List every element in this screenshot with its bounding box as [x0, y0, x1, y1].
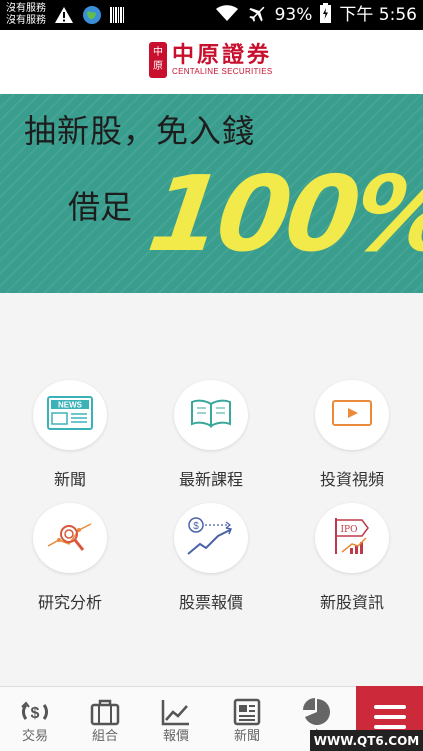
logo-seal: 中 原	[149, 42, 167, 78]
nav-item-trade[interactable]: $ 交易	[0, 687, 70, 751]
banner-highlight: 100%	[141, 153, 423, 275]
no-service-line-1: 沒有服務	[6, 3, 46, 14]
newspaper-icon	[233, 697, 261, 727]
globe-icon	[82, 5, 102, 25]
menu-item-ipo[interactable]: IPO 新股資訊	[297, 503, 407, 613]
clock: 下午 5:56	[339, 5, 417, 25]
news-icon-text: NEWS	[58, 401, 83, 410]
menu-icon-circle: NEWS	[33, 380, 107, 450]
warning-icon	[54, 6, 74, 24]
nav-label-quote: 報價	[162, 729, 189, 744]
menu-label-videos: 投資視頻	[319, 470, 384, 489]
pie-chart-icon	[302, 697, 332, 727]
menu-item-news[interactable]: NEWS 新聞	[15, 380, 125, 490]
status-right: 93% 下午 5:56	[215, 0, 417, 30]
logo-text: 中原證券 CENTALINE SECURITIES	[172, 43, 273, 77]
menu-icon-circle	[174, 380, 248, 450]
news-icon: NEWS	[47, 396, 93, 434]
ipo-icon: IPO	[332, 516, 372, 560]
banner-headline: 抽新股，免入錢	[24, 112, 256, 150]
site-watermark: WWW.QT6.COM	[310, 730, 423, 751]
menu-icon-circle	[33, 503, 107, 573]
trade-icon-text: $	[31, 705, 40, 722]
nav-item-news[interactable]: 新聞	[212, 687, 282, 751]
status-left: 沒有服務 沒有服務	[6, 3, 124, 27]
menu-item-videos[interactable]: 投資視頻	[297, 380, 407, 490]
menu-label-stock-quote: 股票報價	[178, 593, 243, 612]
quote-chart-icon	[161, 697, 191, 727]
battery-percent: 93%	[274, 5, 313, 25]
logo-english-name: CENTALINE SECURITIES	[172, 67, 273, 76]
nav-label-portfolio: 組合	[91, 729, 118, 744]
menu-icon-circle	[315, 380, 389, 450]
stock-quote-icon: $	[186, 516, 236, 560]
dollar-icon-text: $	[193, 521, 199, 532]
menu-item-research[interactable]: 研究分析	[15, 503, 125, 613]
no-service-line-2: 沒有服務	[6, 15, 46, 26]
menu-icon-circle: $	[174, 503, 248, 573]
menu-item-stock-quote[interactable]: $ 股票報價	[156, 503, 266, 613]
app-header: 中 原 中原證券 CENTALINE SECURITIES	[0, 30, 423, 94]
menu-icon-circle: IPO	[315, 503, 389, 573]
barcode-icon	[110, 6, 124, 24]
logo-chinese-name: 中原證券	[172, 42, 273, 68]
nav-label-trade: 交易	[21, 729, 48, 744]
promo-banner[interactable]: 抽新股，免入錢 借足 100%	[0, 94, 423, 293]
menu-label-ipo: 新股資訊	[319, 593, 384, 612]
portfolio-icon	[90, 697, 120, 727]
status-bar: 沒有服務 沒有服務 93% 下午 5:56	[0, 0, 423, 30]
nav-item-portfolio[interactable]: 組合	[70, 687, 140, 751]
analysis-icon	[45, 516, 95, 560]
ipo-icon-text: IPO	[341, 525, 358, 535]
menu-label-news: 新聞	[53, 470, 86, 489]
nav-item-quote[interactable]: 報價	[141, 687, 211, 751]
seal-top-char: 中	[153, 47, 163, 58]
trade-icon: $	[20, 697, 50, 727]
battery-icon	[320, 3, 332, 27]
menu-label-courses: 最新課程	[178, 470, 243, 489]
menu-item-courses[interactable]: 最新課程	[156, 380, 266, 490]
video-icon	[332, 400, 372, 430]
airplane-icon	[247, 3, 267, 27]
menu-label-research: 研究分析	[37, 593, 102, 612]
seal-bottom-char: 原	[153, 61, 163, 72]
banner-subline: 借足	[68, 188, 133, 226]
centaline-logo: 中 原 中原證券 CENTALINE SECURITIES	[149, 42, 273, 78]
wifi-icon	[215, 4, 239, 26]
book-icon	[189, 398, 233, 432]
no-service-text: 沒有服務 沒有服務	[6, 3, 46, 27]
nav-label-news: 新聞	[233, 729, 260, 744]
